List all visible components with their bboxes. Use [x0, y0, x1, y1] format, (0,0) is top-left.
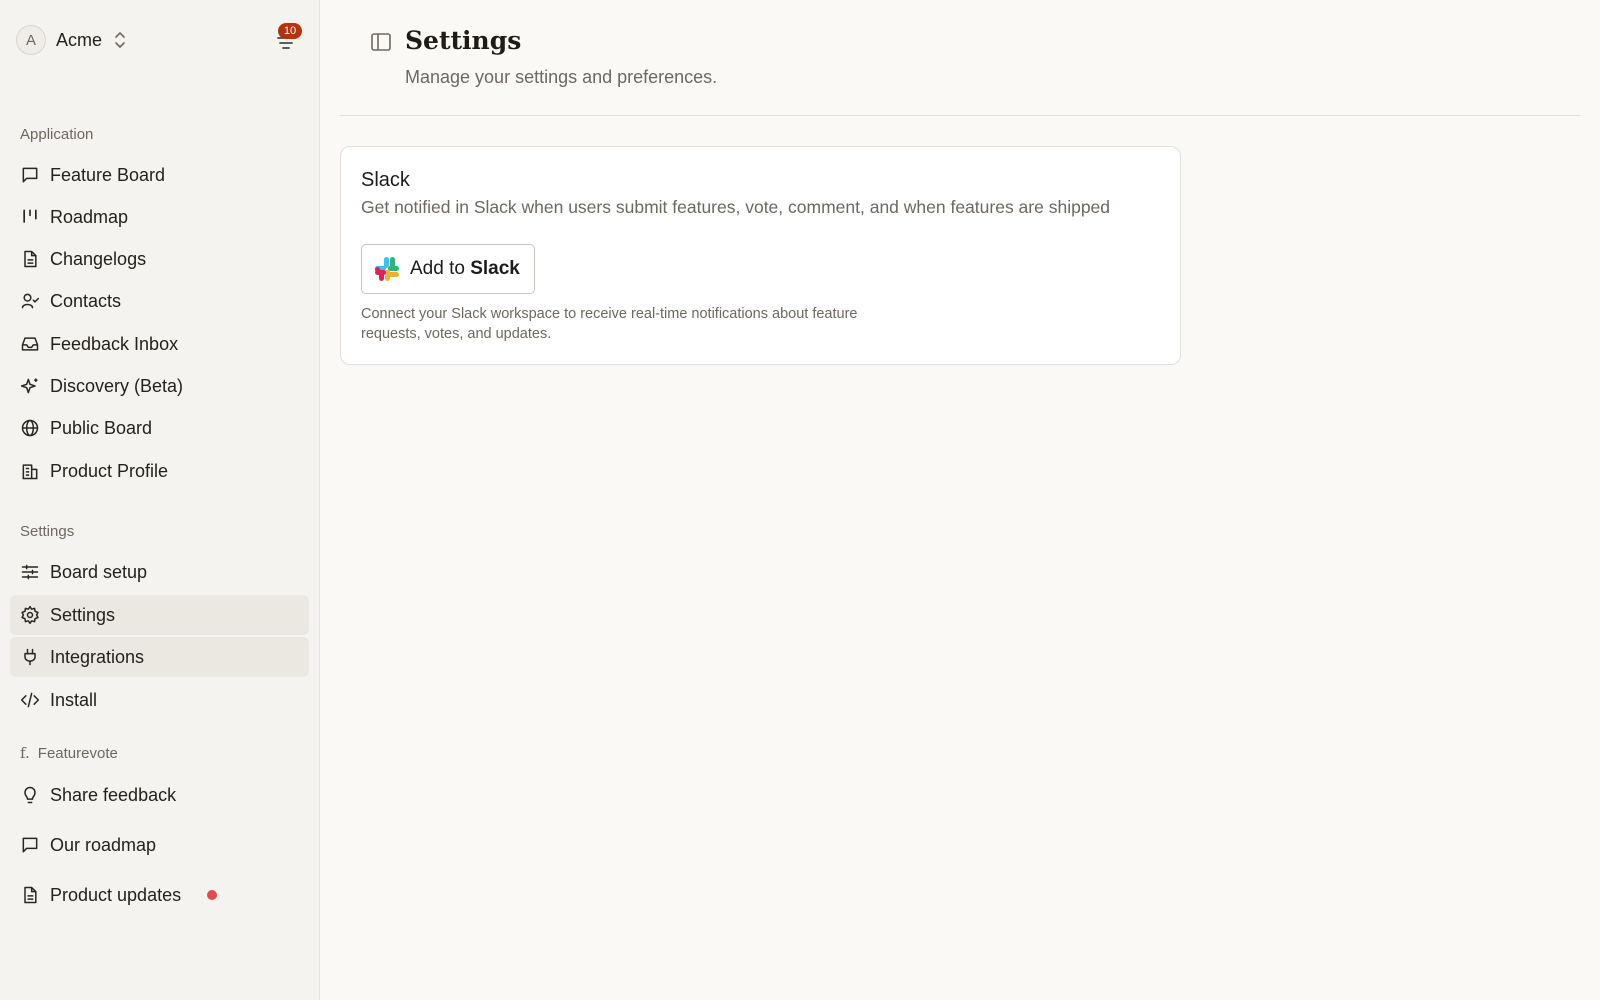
- sidebar-item-feature-board[interactable]: Feature Board: [10, 155, 309, 195]
- sidebar-item-feedback-inbox[interactable]: Feedback Inbox: [10, 324, 309, 364]
- sidebar-item-product-profile[interactable]: Product Profile: [10, 451, 309, 491]
- card-title: Slack: [361, 169, 410, 191]
- sidebar-item-install[interactable]: Install: [10, 680, 309, 720]
- sidebar-item-label: Feedback Inbox: [50, 333, 179, 354]
- code-icon: [20, 692, 40, 708]
- sidebar-toggle-icon[interactable]: [370, 31, 392, 53]
- plug-icon: [24, 648, 36, 666]
- sidebar-item-label: Contacts: [50, 290, 122, 311]
- sidebar-item-roadmap[interactable]: Roadmap: [10, 197, 309, 237]
- sidebar-item-label: Product Profile: [50, 460, 169, 481]
- file-text-icon: [24, 250, 37, 268]
- message-square-icon: [22, 837, 38, 853]
- sidebar-item-settings[interactable]: Settings: [10, 595, 309, 635]
- sidebar-item-label: Integrations: [50, 646, 145, 667]
- featurevote-label: Featurevote: [37, 744, 118, 762]
- add-to-slack-button[interactable]: Add to Slack: [361, 244, 535, 294]
- card-note: Connect your Slack workspace to receive …: [361, 306, 858, 342]
- chevrons-up-down-icon: [115, 32, 125, 48]
- page-subtitle: Manage your settings and preferences.: [405, 67, 718, 87]
- notification-count-badge: 10: [278, 23, 302, 39]
- sidebar: A Acme 10 Application Feature Board Road…: [0, 0, 320, 1000]
- sidebar-item-changelogs[interactable]: Changelogs: [10, 239, 309, 279]
- sidebar-item-label: Public Board: [50, 417, 153, 438]
- workspace-avatar: A: [16, 25, 46, 55]
- file-text-icon: [24, 886, 37, 904]
- globe-icon: [21, 419, 39, 437]
- sidebar-item-our-roadmap[interactable]: Our roadmap: [10, 825, 309, 865]
- sliders-icon: [21, 564, 39, 580]
- building-icon: [22, 464, 38, 480]
- roadmap-columns-icon: [23, 209, 37, 223]
- sidebar-item-label: Share feedback: [50, 784, 177, 805]
- page-title: Settings: [405, 26, 522, 55]
- workspace-switcher[interactable]: A Acme: [16, 24, 128, 56]
- sidebar-item-label: Our roadmap: [50, 834, 157, 855]
- sidebar-item-contacts[interactable]: Contacts: [10, 281, 309, 321]
- sparkles-icon: [20, 378, 38, 394]
- slack-integration-card: Slack Get notified in Slack when users s…: [340, 146, 1181, 365]
- section-label-application: Application: [20, 126, 94, 143]
- add-to-slack-label: Add to Slack: [410, 258, 520, 279]
- sidebar-item-public-board[interactable]: Public Board: [10, 408, 309, 448]
- sidebar-item-label: Settings: [50, 604, 116, 625]
- section-label-featurevote: f. Featurevote: [20, 744, 118, 762]
- sidebar-item-label: Discovery (Beta): [50, 375, 184, 396]
- featurevote-logo: f.: [20, 744, 30, 762]
- sidebar-item-label: Roadmap: [50, 206, 129, 227]
- sidebar-item-label: Product updates: [50, 884, 182, 905]
- section-label-settings: Settings: [20, 523, 75, 540]
- sidebar-item-share-feedback[interactable]: Share feedback: [10, 775, 309, 815]
- sidebar-item-product-updates[interactable]: Product updates: [10, 875, 309, 915]
- sidebar-item-label: Install: [50, 689, 98, 710]
- sidebar-item-integrations[interactable]: Integrations: [10, 637, 309, 677]
- gear-icon: [21, 605, 39, 625]
- header-divider: [340, 115, 1580, 116]
- sidebar-item-label: Changelogs: [50, 248, 147, 269]
- slack-logo-icon: [375, 257, 399, 281]
- sidebar-item-board-setup[interactable]: Board setup: [10, 552, 309, 592]
- user-check-icon: [21, 293, 40, 309]
- sidebar-item-label: Board setup: [50, 561, 148, 582]
- sidebar-item-label: Feature Board: [50, 164, 166, 185]
- message-square-icon: [22, 167, 38, 183]
- card-description: Get notified in Slack when users submit …: [361, 197, 1111, 217]
- unread-indicator: [207, 890, 218, 900]
- workspace-name: Acme: [56, 29, 103, 50]
- lightbulb-icon: [24, 786, 36, 804]
- sidebar-item-discovery[interactable]: Discovery (Beta): [10, 366, 309, 406]
- inbox-icon: [21, 337, 39, 351]
